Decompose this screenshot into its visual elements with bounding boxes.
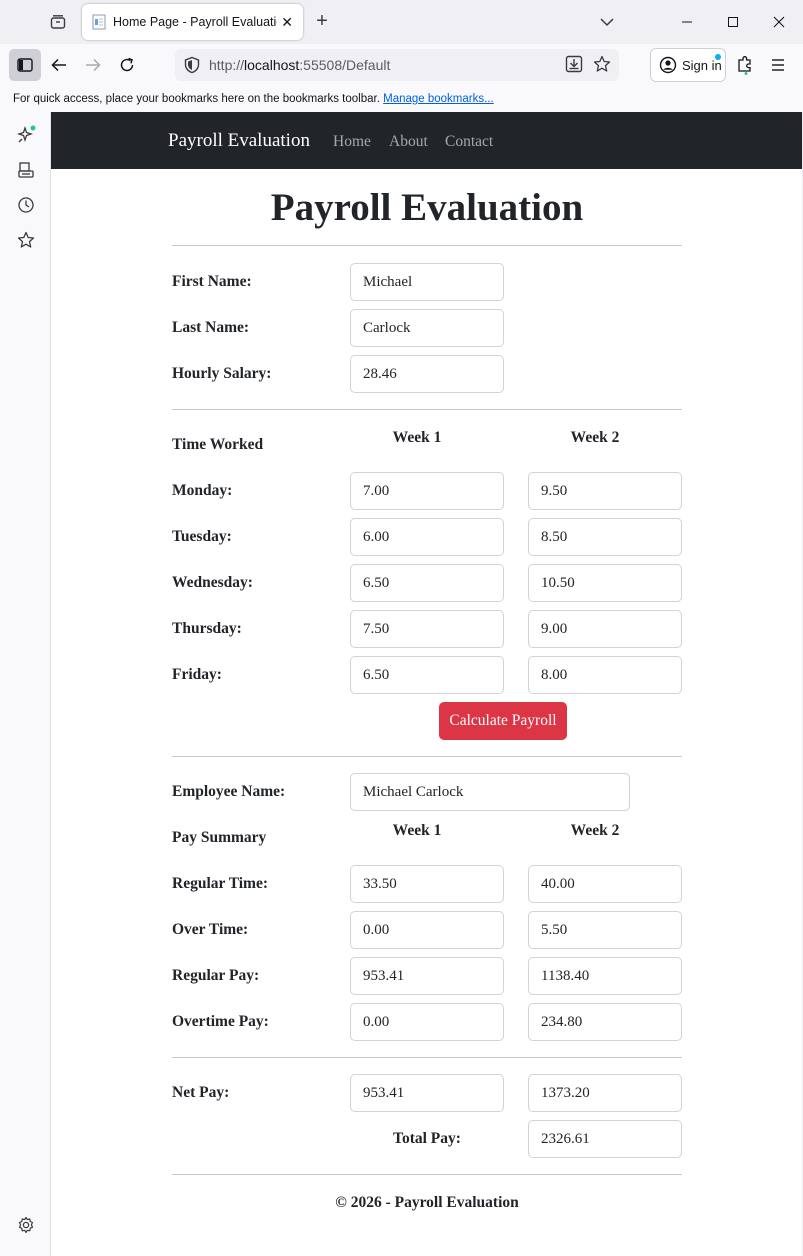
browser-toolbar: http://localhost:55508/Default Sign in [0, 44, 803, 86]
address-bar[interactable]: http://localhost:55508/Default [175, 49, 619, 81]
page-footer: © 2026 - Payroll Evaluation [335, 1194, 519, 1211]
summary-week2-heading: Week 2 [570, 822, 620, 839]
forward-icon[interactable] [82, 54, 104, 76]
nav-home-link[interactable]: Home [333, 133, 371, 151]
tuesday-label: Tuesday: [172, 528, 232, 545]
over-time-week2-output[interactable] [528, 911, 682, 949]
thursday-week2-input[interactable] [528, 610, 682, 648]
browser-tab-active[interactable]: Home Page - Payroll Evaluation ✕ [82, 4, 303, 40]
overtime-pay-label: Overtime Pay: [172, 1013, 269, 1030]
nav-contact-link[interactable]: Contact [445, 133, 493, 151]
last-name-input[interactable] [350, 309, 504, 347]
week1-heading: Week 1 [392, 429, 442, 446]
employee-name-label: Employee Name: [172, 783, 286, 800]
regular-pay-week2-output[interactable] [528, 957, 682, 995]
sidebar-rail [0, 112, 51, 1256]
pay-summary-heading: Pay Summary [172, 829, 267, 846]
site-brand-link[interactable]: Payroll Evaluation [168, 130, 310, 152]
hourly-salary-label: Hourly Salary: [172, 365, 272, 382]
synced-tabs-icon[interactable] [16, 160, 36, 180]
site-navbar: Payroll Evaluation Home About Contact [51, 112, 802, 169]
account-icon [659, 56, 677, 74]
calculate-payroll-button[interactable]: Calculate Payroll [439, 702, 567, 740]
page-viewport: Payroll Evaluation Home About Contact Pa… [51, 112, 802, 1256]
tab-strip: Home Page - Payroll Evaluation ✕ + [0, 0, 803, 44]
shield-icon[interactable] [183, 56, 201, 74]
list-all-tabs-icon[interactable] [597, 12, 617, 32]
bookmarks-icon[interactable] [16, 230, 36, 250]
app-menu-icon[interactable] [767, 54, 789, 76]
regular-time-label: Regular Time: [172, 875, 269, 892]
monday-week1-input[interactable] [350, 472, 504, 510]
total-pay-label: Total Pay: [393, 1130, 461, 1147]
net-pay-label: Net Pay: [172, 1084, 230, 1101]
regular-time-week2-output[interactable] [528, 865, 682, 903]
regular-pay-label: Regular Pay: [172, 967, 260, 984]
page-favicon-icon [92, 14, 106, 30]
customize-sidebar-gear-icon[interactable] [16, 1215, 36, 1235]
monday-week2-input[interactable] [528, 472, 682, 510]
new-tab-icon[interactable]: + [312, 11, 332, 33]
divider [172, 409, 682, 410]
total-pay-output[interactable] [528, 1120, 682, 1158]
divider [172, 245, 682, 246]
tuesday-week1-input[interactable] [350, 518, 504, 556]
back-icon[interactable] [48, 54, 70, 76]
nav-about-link[interactable]: About [389, 133, 428, 151]
friday-week2-input[interactable] [528, 656, 682, 694]
regular-time-week1-output[interactable] [350, 865, 504, 903]
monday-label: Monday: [172, 482, 233, 499]
thursday-week1-input[interactable] [350, 610, 504, 648]
net-pay-week1-output[interactable] [350, 1074, 504, 1112]
reload-icon[interactable] [116, 54, 138, 76]
page-title: Payroll Evaluation [270, 186, 584, 229]
regular-pay-week1-output[interactable] [350, 957, 504, 995]
ai-chatbot-icon[interactable] [16, 125, 36, 145]
close-tab-icon[interactable]: ✕ [281, 14, 293, 31]
overtime-pay-week1-output[interactable] [350, 1003, 504, 1041]
wednesday-week1-input[interactable] [350, 564, 504, 602]
thursday-label: Thursday: [172, 620, 242, 637]
wednesday-week2-input[interactable] [528, 564, 682, 602]
close-window-icon[interactable] [769, 12, 789, 32]
sign-in-label: Sign in [682, 57, 722, 73]
over-time-label: Over Time: [172, 921, 249, 938]
divider [172, 1057, 682, 1058]
url-text: http://localhost:55508/Default [209, 57, 391, 73]
first-name-input[interactable] [350, 263, 504, 301]
overtime-pay-week2-output[interactable] [528, 1003, 682, 1041]
friday-week1-input[interactable] [350, 656, 504, 694]
notification-dot [715, 54, 721, 60]
hourly-salary-input[interactable] [350, 355, 504, 393]
employee-name-output[interactable] [350, 773, 630, 811]
over-time-week1-output[interactable] [350, 911, 504, 949]
time-worked-heading: Time Worked [172, 436, 264, 453]
bookmark-star-icon[interactable] [593, 55, 611, 73]
minimize-icon[interactable] [677, 12, 697, 32]
tuesday-week2-input[interactable] [528, 518, 682, 556]
manage-bookmarks-link[interactable]: Manage bookmarks... [383, 93, 494, 105]
history-icon[interactable] [16, 195, 36, 215]
tab-overview-icon[interactable] [46, 11, 70, 33]
save-page-icon[interactable] [565, 55, 583, 73]
divider [172, 1174, 682, 1175]
bookmarks-toolbar: For quick access, place your bookmarks h… [0, 86, 803, 112]
wednesday-label: Wednesday: [172, 574, 253, 591]
sidebar-toggle-icon[interactable] [9, 49, 41, 81]
divider [172, 756, 682, 757]
friday-label: Friday: [172, 666, 222, 683]
week2-heading: Week 2 [570, 429, 620, 446]
last-name-label: Last Name: [172, 319, 250, 336]
net-pay-week2-output[interactable] [528, 1074, 682, 1112]
extensions-icon[interactable] [734, 54, 756, 76]
maximize-icon[interactable] [723, 12, 743, 32]
sign-in-button[interactable]: Sign in [650, 48, 726, 82]
tab-title: Home Page - Payroll Evaluation [113, 15, 278, 29]
summary-week1-heading: Week 1 [392, 822, 442, 839]
bookmarks-hint: For quick access, place your bookmarks h… [13, 93, 380, 105]
first-name-label: First Name: [172, 273, 252, 290]
